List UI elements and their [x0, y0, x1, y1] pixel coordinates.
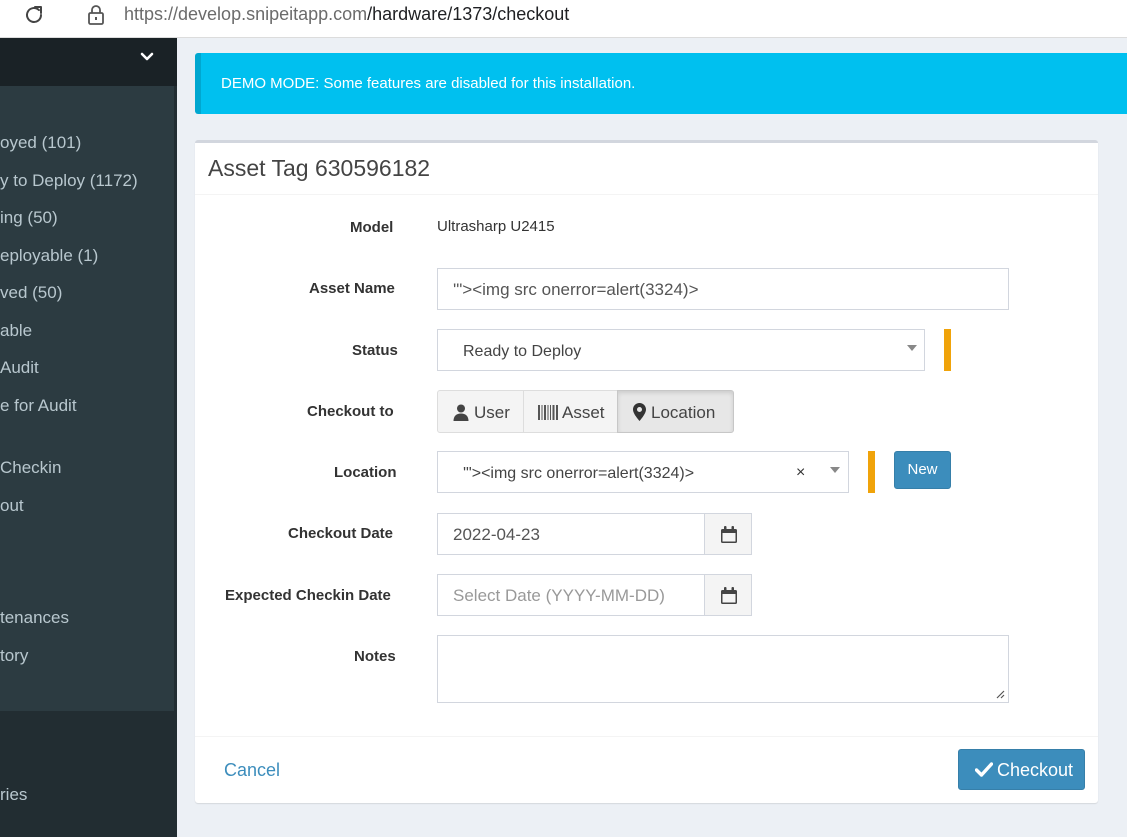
asset-name-value: '"><img src onerror=alert(3324)>	[453, 280, 699, 299]
checkout-to-location-label: Location	[651, 403, 716, 422]
sidebar: oyed (101) y to Deploy (1172) ing (50) e…	[0, 38, 177, 837]
checkout-submit-label: Checkout	[997, 760, 1074, 780]
browser-address-bar: https://develop.snipeitapp.com/hardware/…	[0, 0, 1127, 38]
asset-name-input[interactable]: '"><img src onerror=alert(3324)>	[437, 268, 1009, 310]
sidebar-item-undeployable[interactable]: eployable (1)	[0, 246, 98, 266]
checkout-date-calendar-button[interactable]	[704, 513, 752, 555]
caret-down-icon	[830, 467, 840, 473]
resize-grip-icon[interactable]	[995, 689, 1005, 699]
asset-name-label: Asset Name	[309, 280, 395, 297]
box-header: Asset Tag 630596182	[195, 143, 1098, 195]
barcode-icon	[538, 405, 558, 420]
checkout-to-asset-button[interactable]: Asset	[523, 390, 618, 433]
notes-textarea[interactable]	[437, 635, 1009, 703]
checkout-to-user-button[interactable]: User	[437, 390, 524, 433]
sidebar-item-ready-to-deploy[interactable]: y to Deploy (1172)	[0, 171, 138, 191]
sidebar-item-pending[interactable]: ing (50)	[0, 208, 58, 228]
checkout-date-input[interactable]: 2022-04-23	[437, 513, 705, 555]
sidebar-item-due-for-audit[interactable]: e for Audit	[0, 396, 77, 416]
sidebar-item-requestable[interactable]: able	[0, 321, 32, 341]
sidebar-item-maintenances[interactable]: tenances	[0, 608, 69, 628]
expected-checkin-input[interactable]: Select Date (YYYY-MM-DD)	[437, 574, 705, 616]
chevron-down-icon[interactable]	[139, 50, 155, 64]
check-icon	[975, 762, 993, 777]
caret-down-icon	[907, 345, 917, 351]
required-indicator	[868, 451, 875, 493]
expected-checkin-placeholder: Select Date (YYYY-MM-DD)	[453, 586, 665, 605]
location-label: Location	[334, 464, 397, 481]
checkout-to-user-label: User	[474, 403, 510, 422]
url-path: /hardware/1373/checkout	[367, 4, 570, 24]
sidebar-item-checkin[interactable]: Checkin	[0, 458, 61, 478]
clear-selection-icon[interactable]: ×	[796, 464, 805, 482]
checkout-to-asset-label: Asset	[562, 403, 605, 422]
location-value: '"><img src onerror=alert(3324)>	[463, 465, 695, 482]
status-select[interactable]: Ready to Deploy	[437, 329, 925, 371]
checkout-date-label: Checkout Date	[288, 525, 394, 542]
alert-text: DEMO MODE: Some features are disabled fo…	[221, 75, 636, 92]
notes-label: Notes	[354, 648, 396, 665]
sidebar-item-history[interactable]: tory	[0, 646, 28, 666]
cancel-link[interactable]: Cancel	[224, 760, 280, 781]
checkout-to-label: Checkout to	[307, 403, 394, 420]
box-footer-divider	[195, 736, 1098, 737]
expected-checkin-calendar-button[interactable]	[704, 574, 752, 616]
checkout-date-value: 2022-04-23	[453, 525, 540, 544]
status-label: Status	[352, 342, 398, 359]
new-location-button[interactable]: New	[894, 451, 951, 489]
required-indicator	[944, 329, 951, 371]
status-value: Ready to Deploy	[463, 343, 582, 360]
location-select[interactable]: '"><img src onerror=alert(3324)> ×	[437, 451, 849, 493]
sidebar-item-deployed[interactable]: oyed (101)	[0, 133, 81, 153]
sidebar-item-accessories[interactable]: ries	[0, 785, 27, 805]
user-icon	[453, 404, 469, 421]
map-marker-icon	[633, 403, 646, 421]
expected-checkin-label: Expected Checkin Date	[225, 587, 391, 604]
checkout-to-location-button[interactable]: Location	[617, 390, 734, 433]
sidebar-item-archived[interactable]: ved (50)	[0, 283, 62, 303]
calendar-icon	[721, 587, 737, 604]
calendar-icon	[721, 526, 737, 543]
demo-mode-alert: DEMO MODE: Some features are disabled fo…	[195, 53, 1127, 114]
sidebar-header[interactable]	[0, 38, 177, 86]
model-value: Ultrasharp U2415	[437, 218, 555, 235]
page-title: Asset Tag 630596182	[208, 155, 431, 181]
url-field[interactable]: https://develop.snipeitapp.com/hardware/…	[124, 4, 569, 25]
reload-icon[interactable]	[22, 3, 46, 27]
checkout-submit-button[interactable]: Checkout	[958, 749, 1085, 790]
model-label: Model	[350, 219, 394, 236]
checkout-to-toggle: User Asset Location	[437, 390, 734, 433]
sidebar-item-checkout[interactable]: out	[0, 496, 24, 516]
sidebar-item-audit[interactable]: Audit	[0, 358, 39, 378]
url-host: https://develop.snipeitapp.com	[124, 4, 368, 24]
lock-icon[interactable]	[86, 4, 106, 26]
